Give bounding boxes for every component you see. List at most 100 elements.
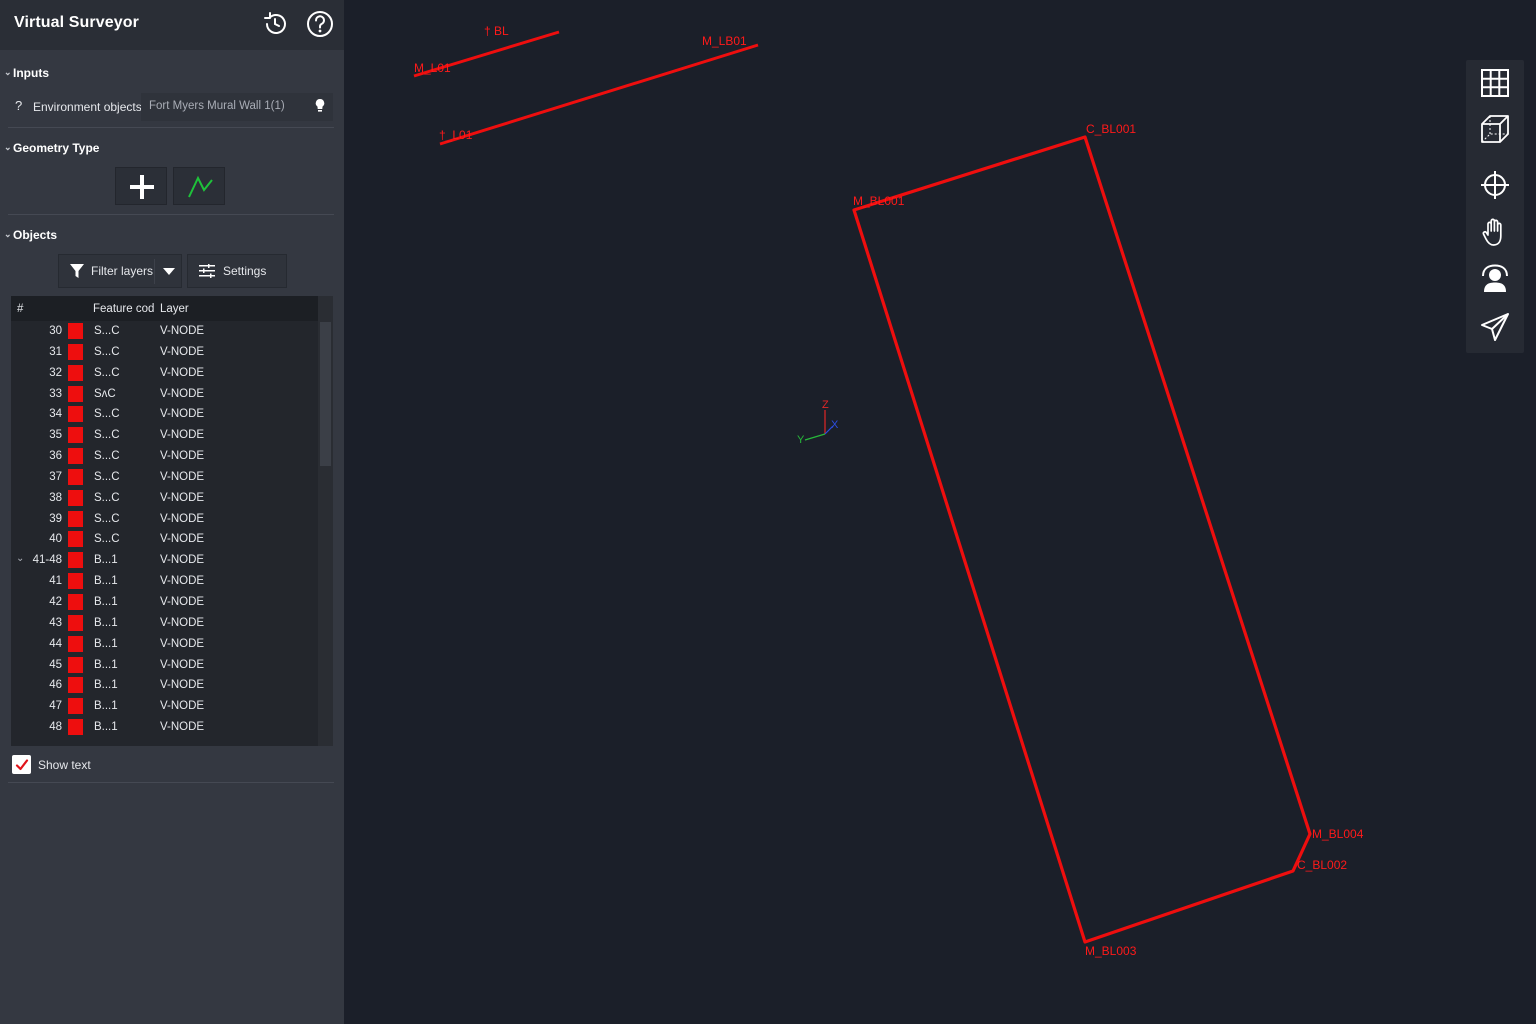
layer-color-swatch[interactable] <box>68 552 83 569</box>
layer-color-swatch[interactable] <box>68 489 83 506</box>
layer-color-swatch[interactable] <box>68 468 83 485</box>
expand-chevron-icon[interactable]: ⌄ <box>16 553 26 564</box>
table-row[interactable]: 41 B...1 V-NODE <box>11 571 318 592</box>
row-number: 46 <box>49 679 62 692</box>
layer-color-swatch[interactable] <box>68 364 83 381</box>
app-title: Virtual Surveyor <box>14 14 139 31</box>
table-row[interactable]: 35 S...C V-NODE <box>11 425 318 446</box>
environment-objects-field[interactable]: Fort Myers Mural Wall 1(1) <box>141 93 333 121</box>
objects-section-toggle[interactable]: ⌄ Objects <box>4 228 57 242</box>
3d-viewport[interactable]: † BL M_L01 †_L01 M_LB01 C_BL001 M_BL001 … <box>344 0 1536 1024</box>
layer-color-swatch[interactable] <box>68 406 83 423</box>
layer-color-swatch[interactable] <box>68 323 83 339</box>
sliders-icon <box>199 264 215 278</box>
table-row[interactable]: 37 S...C V-NODE <box>11 467 318 488</box>
history-icon[interactable] <box>260 9 290 39</box>
table-row[interactable]: 34 S...C V-NODE <box>11 404 318 425</box>
environment-help-icon[interactable]: ? <box>15 98 22 113</box>
navigate-button[interactable] <box>1475 307 1515 347</box>
feature-code-cell: S...C <box>94 533 120 546</box>
table-row[interactable]: 44 B...1 V-NODE <box>11 634 318 655</box>
geometry-polyline-button[interactable] <box>173 167 225 205</box>
table-body: 30 S...C V-NODE 31 S...C V-NODE 32 S...C V-NODE 3… <box>11 321 318 738</box>
view-toolbar <box>1466 60 1524 353</box>
pan-button[interactable] <box>1475 212 1515 252</box>
layer-color-swatch[interactable] <box>68 510 83 527</box>
column-header-number[interactable]: # <box>17 303 23 315</box>
chevron-down-icon: ⌄ <box>4 141 12 152</box>
lightbulb-icon[interactable] <box>314 98 326 114</box>
table-row[interactable]: 36 S...C V-NODE <box>11 446 318 467</box>
table-row[interactable]: 31 S...C V-NODE <box>11 342 318 363</box>
scene-canvas[interactable]: † BL M_L01 †_L01 M_LB01 C_BL001 M_BL001 … <box>344 0 1536 1024</box>
divider <box>8 214 334 215</box>
row-number: 42 <box>49 595 62 608</box>
point-label: M_L01 <box>414 61 451 75</box>
feature-code-cell: B...1 <box>94 721 118 734</box>
table-row[interactable]: 40 S...C V-NODE <box>11 529 318 550</box>
feature-code-cell: S...C <box>94 470 120 483</box>
objects-table: # Feature cod Layer 30 S...C V-NODE 31 S...C… <box>11 296 333 746</box>
table-row[interactable]: 48 B...1 V-NODE <box>11 717 318 738</box>
layer-color-swatch[interactable] <box>68 427 83 444</box>
row-number: 32 <box>49 366 62 379</box>
layer-color-swatch[interactable] <box>68 656 83 673</box>
layer-cell: V-NODE <box>160 470 205 483</box>
help-icon[interactable] <box>305 9 335 39</box>
layer-color-swatch[interactable] <box>68 635 83 652</box>
layer-color-swatch[interactable] <box>68 573 83 590</box>
column-header-feature-code[interactable]: Feature cod <box>93 303 154 315</box>
layer-color-swatch[interactable] <box>68 719 83 736</box>
axis-gizmo: Z X Y <box>797 399 839 446</box>
table-row[interactable]: 33 SʌC V-NODE <box>11 384 318 405</box>
sidebar-header: Virtual Surveyor <box>0 0 344 50</box>
table-row[interactable]: 43 B...1 V-NODE <box>11 613 318 634</box>
show-text-checkbox[interactable] <box>12 755 31 774</box>
layer-color-swatch[interactable] <box>68 677 83 694</box>
boundary-polygon[interactable] <box>852 135 1312 944</box>
layer-cell: V-NODE <box>160 700 205 713</box>
row-number: 41 <box>49 575 62 588</box>
layer-color-swatch[interactable] <box>68 531 83 548</box>
caret-down-icon[interactable] <box>163 268 175 276</box>
feature-code-cell: B...1 <box>94 637 118 650</box>
filter-layers-label: Filter layers <box>91 264 154 278</box>
3d-view-button[interactable] <box>1475 109 1515 149</box>
table-row[interactable]: 32 S...C V-NODE <box>11 363 318 384</box>
target-button[interactable] <box>1475 165 1515 205</box>
table-row[interactable]: ⌄ 41-48 B...1 V-NODE <box>11 550 318 571</box>
layer-cell: V-NODE <box>160 491 205 504</box>
feature-code-cell: S...C <box>94 512 120 525</box>
grid-view-button[interactable] <box>1475 63 1515 103</box>
orbit-person-button[interactable] <box>1475 259 1515 299</box>
filter-layers-button[interactable]: Filter layers <box>58 254 182 288</box>
table-row[interactable]: 46 B...1 V-NODE <box>11 675 318 696</box>
send-icon <box>1481 313 1509 341</box>
polyline-segment[interactable] <box>439 43 759 146</box>
table-scrollbar[interactable] <box>318 296 333 746</box>
layer-color-swatch[interactable] <box>68 448 83 465</box>
point-label-c-bl001: C_BL001 <box>1086 122 1136 136</box>
table-scroll-thumb[interactable] <box>320 322 331 466</box>
layer-color-swatch[interactable] <box>68 343 83 360</box>
feature-code-cell: B...1 <box>94 595 118 608</box>
layer-color-swatch[interactable] <box>68 593 83 610</box>
table-row[interactable]: 38 S...C V-NODE <box>11 488 318 509</box>
table-row[interactable]: 30 S...C V-NODE <box>11 321 318 342</box>
table-row[interactable]: 47 B...1 V-NODE <box>11 696 318 717</box>
feature-code-cell: S...C <box>94 408 120 421</box>
table-row[interactable]: 39 S...C V-NODE <box>11 509 318 530</box>
layer-color-swatch[interactable] <box>68 698 83 715</box>
table-row[interactable]: 45 B...1 V-NODE <box>11 655 318 676</box>
inputs-section-toggle[interactable]: ⌄ Inputs <box>4 66 49 80</box>
column-header-layer[interactable]: Layer <box>160 303 189 315</box>
feature-code-cell: S...C <box>94 366 120 379</box>
hand-icon <box>1482 218 1502 246</box>
table-row[interactable]: 42 B...1 V-NODE <box>11 592 318 613</box>
show-text-toggle[interactable]: Show text <box>12 755 91 774</box>
layer-color-swatch[interactable] <box>68 614 83 631</box>
layer-color-swatch[interactable] <box>68 385 83 402</box>
settings-button[interactable]: Settings <box>187 254 287 288</box>
geometry-point-button[interactable] <box>115 167 167 205</box>
geometry-section-toggle[interactable]: ⌄ Geometry Type <box>4 141 99 155</box>
